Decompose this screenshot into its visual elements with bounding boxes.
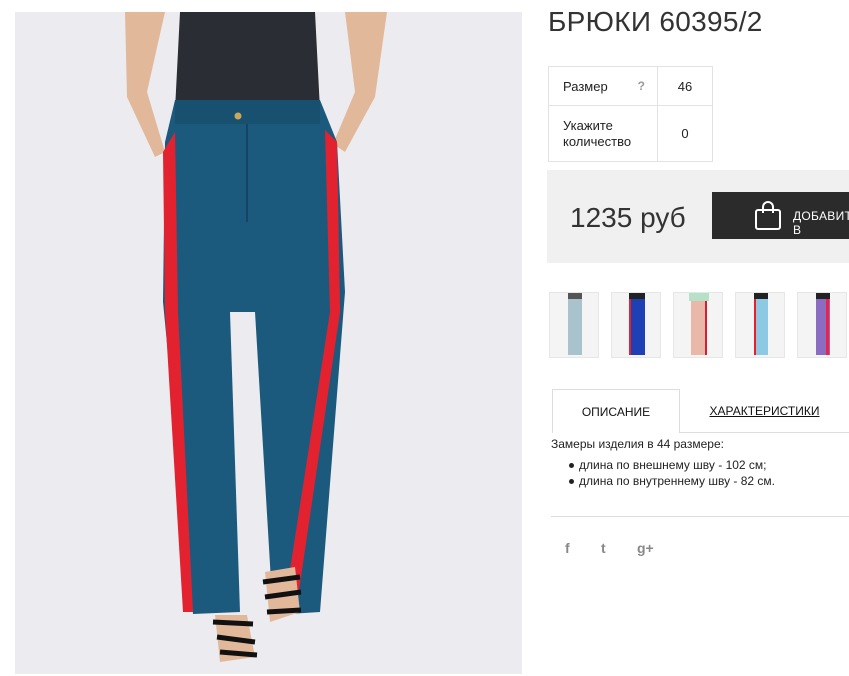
shopping-bag-icon xyxy=(754,201,782,234)
description-content: Замеры изделия в 44 размере: длина по вн… xyxy=(551,437,849,489)
variant-thumb-2[interactable] xyxy=(611,292,661,358)
variant-thumb-3[interactable] xyxy=(673,292,723,358)
size-help-icon[interactable]: ? xyxy=(638,79,645,93)
main-product-photo[interactable] xyxy=(15,12,522,674)
variant-thumb-4[interactable] xyxy=(735,292,785,358)
facebook-icon[interactable]: f xyxy=(565,540,570,556)
product-title: БРЮКИ 60395/2 xyxy=(548,6,763,37)
product-price: 1235 руб xyxy=(570,202,686,233)
measurements-list: длина по внешнему шву - 102 см; длина по… xyxy=(551,457,849,489)
add-to-cart-label: ДОБАВИТЬ В КОРЗИНУ xyxy=(793,209,849,239)
variant-thumb-5[interactable] xyxy=(797,292,847,358)
pants-illustration xyxy=(15,12,522,674)
tab-characteristics[interactable]: ХАРАКТЕРИСТИКИ xyxy=(680,389,849,433)
quantity-input[interactable]: 0 xyxy=(657,105,713,162)
variant-thumb-1[interactable] xyxy=(549,292,599,358)
tab-divider xyxy=(680,432,849,433)
product-options-table: Размер ? 46 Укажите количество 0 xyxy=(548,66,713,162)
size-value[interactable]: 46 xyxy=(657,66,713,106)
description-lead: Замеры изделия в 44 размере: xyxy=(551,437,724,451)
tab-description[interactable]: ОПИСАНИЕ xyxy=(552,389,680,433)
list-item: длина по внутреннему шву - 82 см. xyxy=(569,473,849,489)
size-label-cell: Размер ? xyxy=(548,66,658,106)
list-item: длина по внешнему шву - 102 см; xyxy=(569,457,849,473)
section-divider xyxy=(551,516,849,517)
googleplus-icon[interactable]: g+ xyxy=(637,540,654,556)
add-to-cart-button[interactable]: ДОБАВИТЬ В КОРЗИНУ xyxy=(712,192,849,239)
quantity-label: Укажите количество xyxy=(548,105,658,162)
twitter-icon[interactable]: t xyxy=(601,540,606,556)
size-label: Размер xyxy=(563,78,608,94)
price-box: 1235 руб ДОБАВИТЬ В КОРЗИНУ xyxy=(547,170,849,263)
